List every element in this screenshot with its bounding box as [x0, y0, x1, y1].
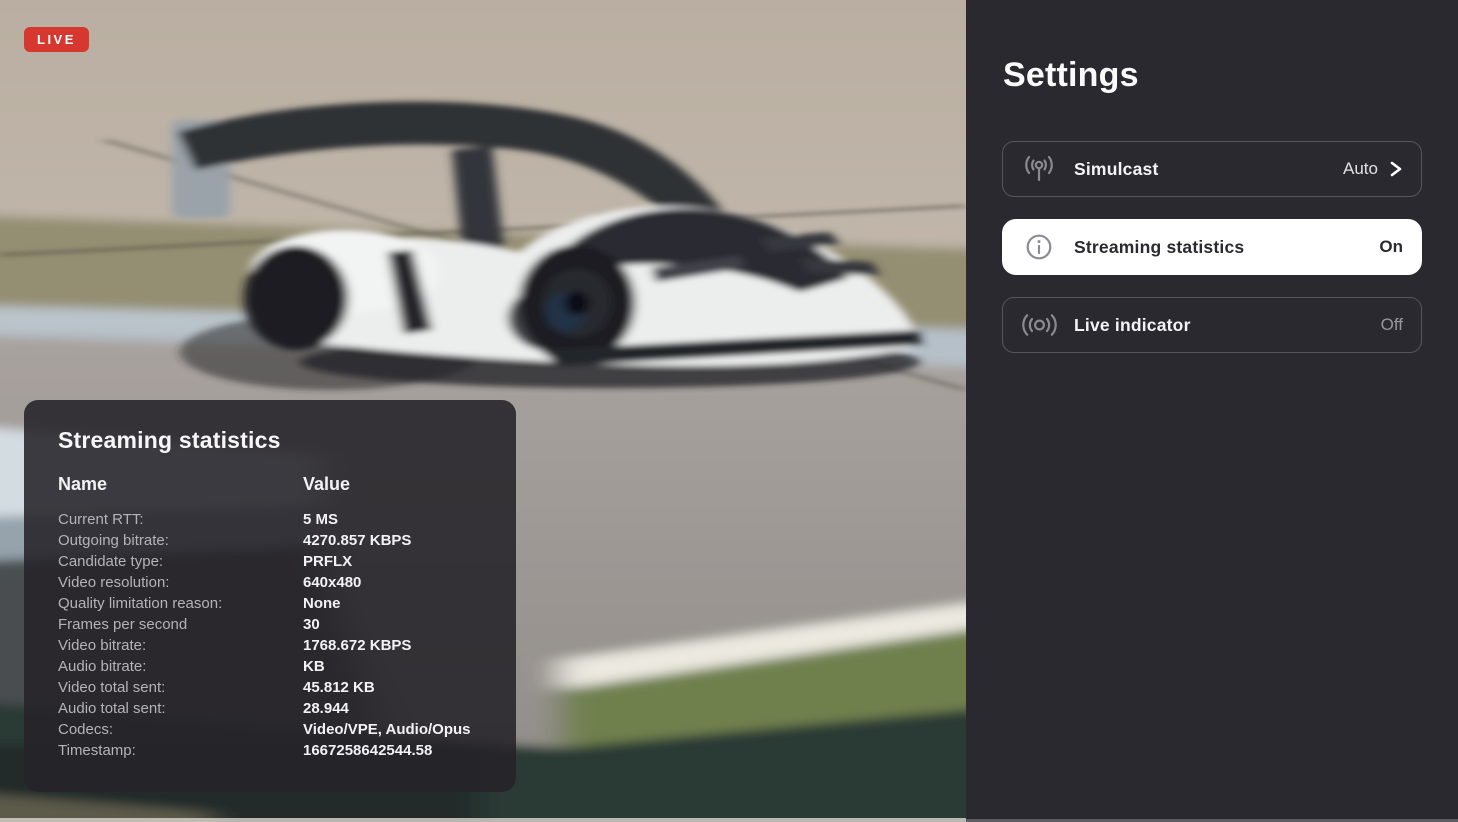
stat-row-name: Candidate type:: [58, 553, 164, 570]
stat-row-name: Video resolution:: [58, 574, 170, 591]
setting-value: On: [1379, 237, 1403, 256]
chevron-right-icon: [1388, 159, 1403, 179]
stat-row-value: 45.812 KB: [303, 679, 375, 696]
streaming-stats-overlay: Streaming statistics Name Value Current …: [24, 400, 516, 792]
settings-list: Simulcast Auto Streaming statistics On L…: [1002, 141, 1422, 353]
stat-row-value: 1667258642544.58: [303, 742, 433, 759]
frame-bottom-edge: [0, 818, 966, 822]
stat-row-value: 5 MS: [303, 511, 339, 528]
live-signal-icon: [1020, 312, 1058, 338]
setting-label: Live indicator: [1074, 314, 1191, 335]
stat-row-name: Video bitrate:: [58, 637, 147, 654]
stat-row-value: None: [303, 595, 341, 612]
stat-row-value: 28.944: [303, 700, 349, 717]
stat-row-name: Video total sent:: [58, 679, 166, 696]
stat-row-name: Quality limitation reason:: [58, 595, 223, 612]
live-badge-label: LIVE: [37, 32, 76, 47]
stat-row-value: 4270.857 KBPS: [303, 532, 412, 549]
stat-row-name: Current RTT:: [58, 511, 144, 528]
stat-row-name: Audio total sent:: [58, 700, 166, 717]
stat-row-value: Video/VPE, Audio/Opus: [303, 721, 471, 738]
stat-row-name: Codecs:: [58, 721, 114, 738]
stat-row-name: Outgoing bitrate:: [58, 532, 169, 549]
info-icon: [1020, 233, 1058, 261]
stat-row-value: PRFLX: [303, 553, 353, 570]
setting-row-streaming-statistics[interactable]: Streaming statistics On: [1002, 219, 1422, 275]
settings-panel: Settings Simulcast Auto Streaming statis…: [966, 0, 1458, 822]
stat-row-value: 1768.672 KBPS: [303, 637, 412, 654]
stats-column-header-value: Value: [303, 474, 351, 494]
settings-title: Settings: [1003, 56, 1139, 94]
stats-table: Name Value Current RTT: 5 MS Outgoing bi…: [58, 474, 498, 761]
stat-row-value: 640x480: [303, 574, 362, 591]
stats-overlay-title: Streaming statistics: [58, 427, 281, 453]
app-window: LIVE Streaming statistics Name Value Cur…: [0, 0, 1458, 822]
stat-row-name: Timestamp:: [58, 742, 136, 759]
setting-label: Streaming statistics: [1074, 236, 1245, 257]
setting-value: Off: [1380, 315, 1403, 334]
broadcast-antenna-icon: [1020, 154, 1058, 184]
setting-value: Auto: [1343, 159, 1378, 178]
live-video-preview: LIVE Streaming statistics Name Value Cur…: [0, 0, 966, 822]
setting-row-live-indicator[interactable]: Live indicator Off: [1002, 297, 1422, 353]
stat-row-name: Frames per second: [58, 616, 188, 633]
stat-row-value: 30: [303, 616, 320, 633]
stat-row-name: Audio bitrate:: [58, 658, 147, 675]
setting-label: Simulcast: [1074, 158, 1159, 179]
live-badge: LIVE: [24, 27, 89, 52]
stat-row-value: KB: [303, 658, 325, 675]
setting-row-simulcast[interactable]: Simulcast Auto: [1002, 141, 1422, 197]
stats-column-header-name: Name: [58, 474, 108, 494]
